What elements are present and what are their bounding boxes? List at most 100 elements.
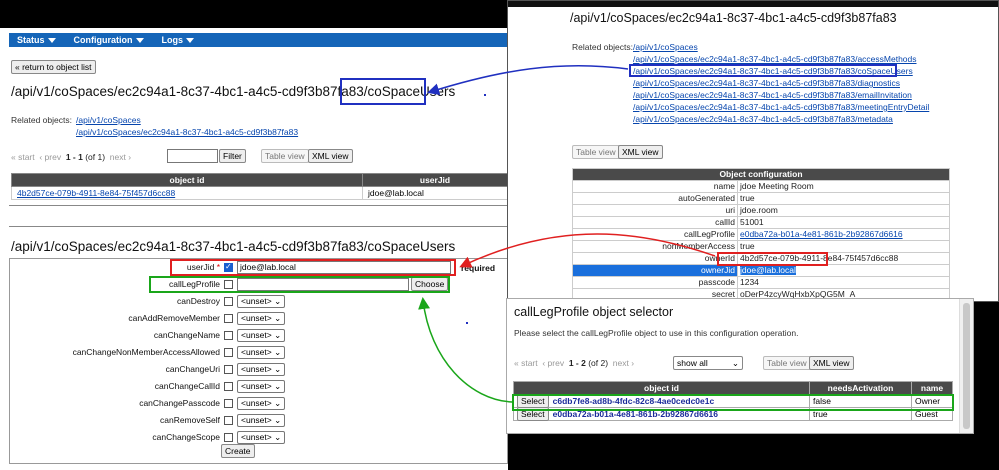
permission-select[interactable]: <unset> ⌄ (237, 346, 286, 359)
config-key: passcode (572, 276, 738, 289)
detail-related-link[interactable]: /api/v1/coSpaces/ec2c94a1-8c37-4bc1-a4c5… (633, 54, 917, 64)
detail-table-view-button[interactable]: Table view (572, 145, 620, 159)
permission-select[interactable]: <unset> ⌄ (237, 397, 286, 410)
scrollbar[interactable] (959, 299, 973, 433)
config-value: e0dba72a-b01a-4e81-861b-2b92867d6616 (737, 228, 950, 241)
scrollbar-thumb[interactable] (963, 303, 970, 429)
nav-logs[interactable]: Logs (162, 35, 195, 45)
permission-checkbox[interactable] (224, 416, 233, 425)
xml-view-button[interactable]: XML view (308, 149, 353, 163)
filter-input[interactable] (167, 149, 218, 163)
selector-title: callLegProfile object selector (514, 305, 674, 319)
config-value-text: 51001 (740, 217, 764, 227)
permission-label: canChangeUri (165, 364, 220, 374)
selector-table-view-button[interactable]: Table view (763, 356, 811, 370)
highlight-userjid (170, 259, 456, 276)
pager-start[interactable]: « start (11, 152, 35, 162)
userjid-cell: jdoe@lab.local (362, 186, 508, 200)
header-userjid: userJid (362, 173, 508, 187)
selector-xml-view-button[interactable]: XML view (809, 356, 854, 370)
permission-label: canAddRemoveMember (128, 313, 220, 323)
permission-select[interactable]: <unset> ⌄ (237, 431, 286, 444)
config-value: true (737, 240, 950, 253)
permission-row: canDestroy <unset> ⌄ (11, 294, 500, 310)
permission-select[interactable]: <unset> ⌄ (237, 414, 286, 427)
permission-label: canRemoveSelf (159, 415, 220, 425)
pager-of: (of 2) (588, 358, 609, 368)
related-link[interactable]: /api/v1/coSpaces (76, 115, 141, 125)
config-key: callId (572, 216, 738, 229)
permission-checkbox[interactable] (224, 331, 233, 340)
config-value: jdoe@lab.local (737, 264, 950, 277)
permission-row: canChangePasscode <unset> ⌄ (11, 396, 500, 412)
window-top-bar (508, 1, 998, 7)
object-configuration-table: Object configuration name jdoe Meeting Ro… (572, 168, 950, 301)
config-value: 51001 (737, 216, 950, 229)
nav-bar: Status Configuration Logs (9, 33, 508, 47)
config-key: ownerJid (572, 264, 738, 277)
pager-next[interactable]: next › (613, 358, 634, 368)
object-id-link[interactable]: 4b2d57ce-079b-4911-8e84-75f457d6cc88 (17, 188, 175, 198)
config-row: callLegProfile e0dba72a-b01a-4e81-861b-2b… (572, 228, 950, 241)
show-all-label: show all (677, 358, 708, 368)
pager-range: 1 - 2 (568, 358, 586, 368)
nav-configuration[interactable]: Configuration (74, 35, 144, 45)
chevron-down-icon: ⌄ (271, 432, 282, 442)
permission-row: canChangeUri <unset> ⌄ (11, 362, 500, 378)
permission-checkbox[interactable] (224, 365, 233, 374)
create-button[interactable]: Create (221, 444, 255, 458)
detail-related-link[interactable]: /api/v1/coSpaces (633, 42, 698, 52)
permission-select[interactable]: <unset> ⌄ (237, 295, 286, 308)
permission-label: canChangePasscode (139, 398, 220, 408)
config-value-text[interactable]: e0dba72a-b01a-4e81-861b-2b92867d6616 (740, 229, 903, 239)
permission-row: canChangeScope <unset> ⌄ (11, 430, 500, 446)
config-row: autoGenerated true (572, 192, 950, 205)
config-value-text: jdoe Meeting Room (740, 181, 814, 191)
permission-row: canChangeCallId <unset> ⌄ (11, 379, 500, 395)
pager-prev[interactable]: ‹ prev (542, 358, 564, 368)
permission-row: canRemoveSelf <unset> ⌄ (11, 413, 500, 429)
detail-title: /api/v1/coSpaces/ec2c94a1-8c37-4bc1-a4c5… (570, 11, 897, 25)
permission-select-value: <unset> (241, 347, 272, 357)
permission-checkbox[interactable] (224, 348, 233, 357)
form-title: /api/v1/coSpaces/ec2c94a1-8c37-4bc1-a4c5… (11, 239, 456, 254)
selector-pager: « start ‹ prev 1 - 2 (of 2) next › (514, 358, 634, 368)
permission-checkbox[interactable] (224, 433, 233, 442)
permission-checkbox[interactable] (224, 382, 233, 391)
permission-select[interactable]: <unset> ⌄ (237, 329, 286, 342)
permission-select-value: <unset> (241, 432, 272, 442)
permission-row: canChangeName <unset> ⌄ (11, 328, 500, 344)
pager-next[interactable]: next › (110, 152, 131, 162)
nav-status[interactable]: Status (17, 35, 56, 45)
config-value: jdoe.room (737, 204, 950, 217)
config-value: 1234 (737, 276, 950, 289)
permission-checkbox[interactable] (224, 399, 233, 408)
detail-related-link[interactable]: /api/v1/coSpaces/ec2c94a1-8c37-4bc1-a4c5… (633, 102, 929, 112)
filter-button[interactable]: Filter (219, 149, 246, 163)
config-header: Object configuration (572, 168, 950, 181)
detail-related-link[interactable]: /api/v1/coSpaces/ec2c94a1-8c37-4bc1-a4c5… (633, 78, 900, 88)
config-row: nonMemberAccess true (572, 240, 950, 253)
chevron-down-icon: ⌄ (271, 313, 282, 323)
pager-start[interactable]: « start (514, 358, 538, 368)
permission-select[interactable]: <unset> ⌄ (237, 363, 286, 376)
config-row: name jdoe Meeting Room (572, 180, 950, 193)
table-header-row: object id userJid (11, 173, 508, 187)
permission-row: canAddRemoveMember <unset> ⌄ (11, 311, 500, 327)
pager-prev[interactable]: ‹ prev (39, 152, 61, 162)
chevron-down-icon (135, 38, 144, 44)
return-to-list-button[interactable]: « return to object list (11, 60, 96, 74)
related-link[interactable]: /api/v1/coSpaces/ec2c94a1-8c37-4bc1-a4c5… (76, 127, 298, 137)
chevron-down-icon: ⌄ (271, 296, 282, 306)
table-view-button[interactable]: Table view (261, 149, 309, 163)
permission-select[interactable]: <unset> ⌄ (237, 380, 286, 393)
chevron-down-icon: ⌄ (731, 358, 739, 368)
permission-checkbox[interactable] (224, 314, 233, 323)
permission-checkbox[interactable] (224, 297, 233, 306)
highlight-owner-row (512, 394, 954, 411)
show-all-select[interactable]: show all ⌄ (673, 356, 743, 370)
detail-xml-view-button[interactable]: XML view (618, 145, 663, 159)
detail-related-link[interactable]: /api/v1/coSpaces/ec2c94a1-8c37-4bc1-a4c5… (633, 90, 912, 100)
permission-select[interactable]: <unset> ⌄ (237, 312, 286, 325)
detail-related-link[interactable]: /api/v1/coSpaces/ec2c94a1-8c37-4bc1-a4c5… (633, 114, 893, 124)
